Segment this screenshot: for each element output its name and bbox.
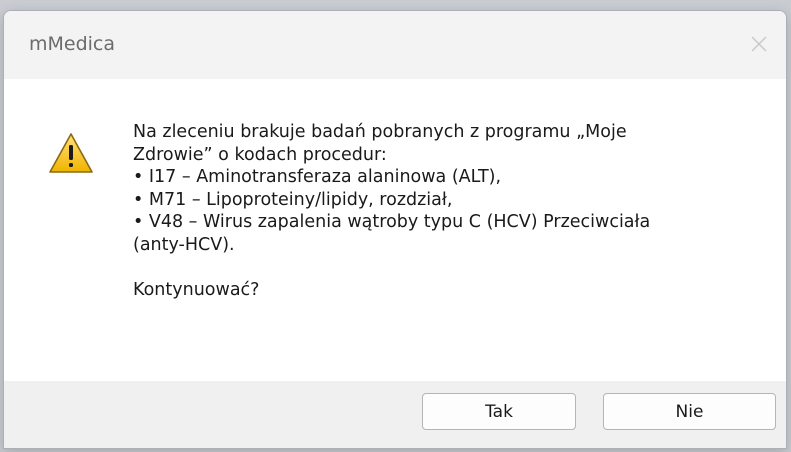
warning-icon — [49, 133, 93, 173]
message-line: • V48 – Wirus zapalenia wątroby typu C (… — [133, 212, 651, 232]
title-bar[interactable]: mMedica — [4, 11, 786, 79]
window-title: mMedica — [29, 33, 116, 55]
message-line: • M71 – Lipoproteiny/lipidy, rozdział, — [133, 189, 453, 210]
no-button[interactable]: Nie — [603, 393, 776, 430]
message-dialog: mMedica Na zleceniu brakuje badań pobran… — [3, 10, 787, 449]
message-line: • I17 – Aminotransferaza alaninowa (ALT)… — [133, 167, 502, 187]
message-text: Na zleceniu brakuje badań pobranych z pr… — [133, 121, 773, 301]
close-icon — [751, 36, 767, 52]
dialog-content: Na zleceniu brakuje badań pobranych z pr… — [4, 79, 786, 381]
question-text: Kontynuować? — [133, 279, 260, 300]
close-button[interactable] — [744, 29, 774, 59]
yes-button[interactable]: Tak — [422, 393, 576, 430]
button-bar: Tak Nie — [4, 381, 786, 448]
message-line: (anty-HCV). — [133, 234, 235, 255]
message-line: Zdrowie” o kodach procedur: — [133, 144, 387, 165]
message-line: Na zleceniu brakuje badań pobranych z pr… — [133, 122, 627, 142]
